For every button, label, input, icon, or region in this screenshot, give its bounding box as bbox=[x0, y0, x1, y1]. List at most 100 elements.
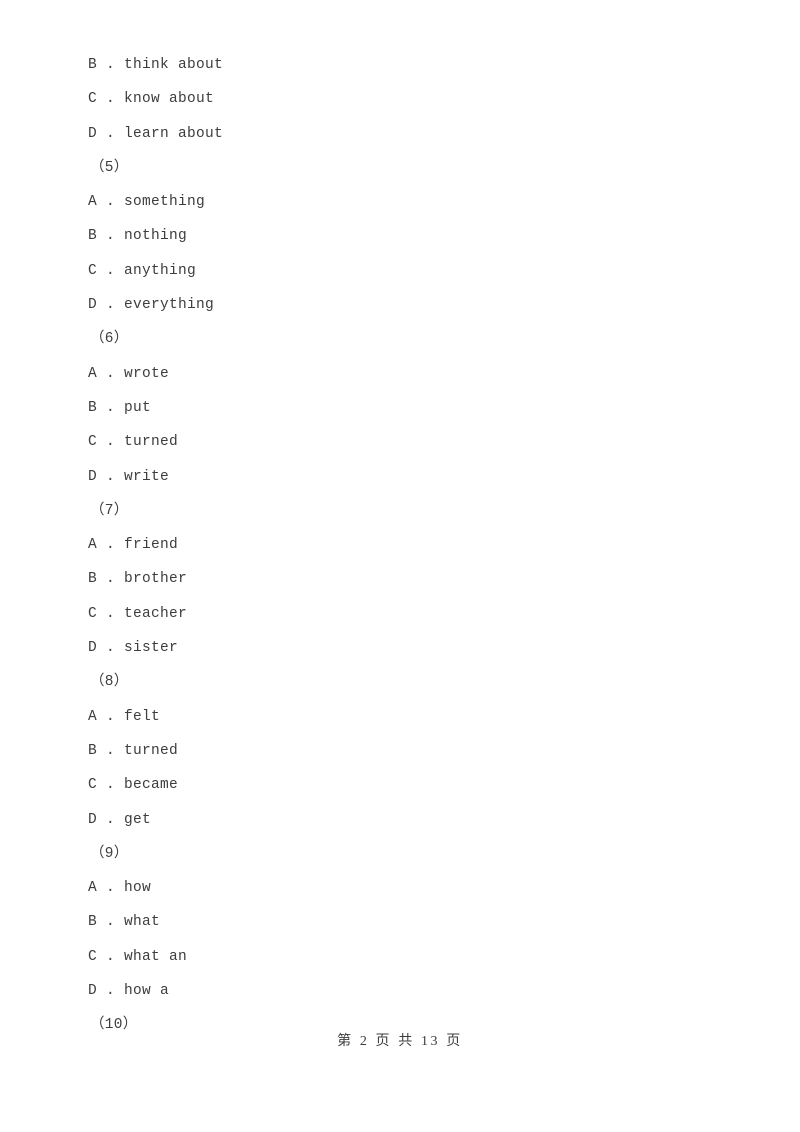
option-text: turned bbox=[124, 742, 179, 759]
question-number: （7） bbox=[0, 494, 800, 528]
option-text: turned bbox=[124, 434, 179, 451]
question-number: （5） bbox=[0, 151, 800, 185]
option-separator: . bbox=[97, 742, 125, 759]
option-text: think about bbox=[124, 57, 224, 73]
question-number-label: （8） bbox=[90, 674, 129, 691]
option-separator: . bbox=[97, 297, 125, 314]
option-letter: C bbox=[88, 948, 98, 965]
answer-option: A . wrote bbox=[0, 357, 800, 391]
answer-option: A . felt bbox=[0, 700, 800, 734]
option-text: felt bbox=[124, 708, 161, 725]
question-number: （8） bbox=[0, 665, 800, 699]
option-text: learn about bbox=[124, 125, 224, 142]
option-letter: B bbox=[88, 57, 98, 73]
option-separator: . bbox=[97, 605, 125, 622]
answer-option: B . nothing bbox=[0, 219, 800, 253]
question-number-label: （7） bbox=[90, 502, 129, 519]
answer-option: C . turned bbox=[0, 425, 800, 459]
answer-option: B . put bbox=[0, 391, 800, 425]
answer-option: D . write bbox=[0, 460, 800, 494]
answer-option: B . turned bbox=[0, 734, 800, 768]
option-letter: D bbox=[88, 125, 98, 142]
answer-option: C . know about bbox=[0, 82, 800, 116]
answer-option: A . how bbox=[0, 871, 800, 905]
option-separator: . bbox=[97, 948, 125, 965]
option-separator: . bbox=[97, 811, 125, 828]
option-separator: . bbox=[97, 640, 125, 657]
answer-option: C . teacher bbox=[0, 597, 800, 631]
option-separator: . bbox=[97, 708, 125, 725]
option-text: wrote bbox=[124, 365, 170, 382]
option-separator: . bbox=[97, 125, 125, 142]
answer-option: C . anything bbox=[0, 254, 800, 288]
option-text: nothing bbox=[124, 228, 188, 245]
answer-option: D . everything bbox=[0, 288, 800, 322]
option-text: put bbox=[124, 399, 152, 416]
option-letter: B bbox=[88, 742, 98, 759]
option-separator: . bbox=[97, 399, 125, 416]
answer-option: A . friend bbox=[0, 528, 800, 562]
option-separator: . bbox=[97, 880, 125, 897]
question-number-label: （5） bbox=[90, 159, 129, 176]
option-text: write bbox=[124, 468, 170, 485]
option-letter: D bbox=[88, 468, 98, 485]
option-separator: . bbox=[97, 91, 125, 108]
document-page: B . think about C . know about D . learn a… bbox=[0, 0, 800, 1132]
option-text: sister bbox=[124, 640, 179, 657]
option-text: get bbox=[124, 811, 152, 828]
option-text: what an bbox=[124, 948, 188, 965]
option-letter: C bbox=[88, 91, 98, 108]
option-text: everything bbox=[124, 297, 215, 314]
option-letter: A bbox=[88, 194, 98, 211]
answer-option: D . sister bbox=[0, 631, 800, 665]
option-separator: . bbox=[97, 262, 125, 279]
answer-option: C . became bbox=[0, 768, 800, 802]
option-letter: C bbox=[88, 605, 98, 622]
option-letter: A bbox=[88, 537, 98, 554]
option-separator: . bbox=[97, 365, 125, 382]
option-letter: A bbox=[88, 880, 98, 897]
option-separator: . bbox=[97, 468, 125, 485]
option-letter: A bbox=[88, 708, 98, 725]
answer-option: C . what an bbox=[0, 940, 800, 974]
answer-option: B . think about bbox=[0, 48, 800, 82]
option-letter: D bbox=[88, 640, 98, 657]
page-footer: 第 2 页 共 13 页 bbox=[337, 1034, 463, 1049]
option-letter: B bbox=[88, 914, 98, 931]
option-text: something bbox=[124, 194, 206, 211]
answer-options-list: B . think about C . know about D . learn a… bbox=[0, 48, 800, 1043]
option-letter: A bbox=[88, 365, 98, 382]
option-letter: D bbox=[88, 811, 98, 828]
option-separator: . bbox=[97, 228, 125, 245]
option-letter: B bbox=[88, 571, 98, 588]
option-letter: B bbox=[88, 399, 98, 416]
option-text: what bbox=[124, 914, 161, 931]
answer-option: D . learn about bbox=[0, 117, 800, 151]
option-separator: . bbox=[97, 57, 125, 73]
answer-option: A . something bbox=[0, 185, 800, 219]
answer-option: B . what bbox=[0, 905, 800, 939]
option-text: brother bbox=[124, 571, 188, 588]
answer-option: D . how a bbox=[0, 974, 800, 1008]
option-separator: . bbox=[97, 914, 125, 931]
option-separator: . bbox=[97, 194, 125, 211]
question-number: （9） bbox=[0, 837, 800, 871]
option-letter: C bbox=[88, 777, 98, 794]
option-letter: D bbox=[88, 983, 98, 1000]
page-content: B . think about C . know about D . learn a… bbox=[0, 0, 800, 1043]
option-separator: . bbox=[97, 777, 125, 794]
question-number: （6） bbox=[0, 322, 800, 356]
option-text: friend bbox=[124, 537, 179, 554]
option-text: teacher bbox=[124, 605, 188, 622]
option-separator: . bbox=[97, 537, 125, 554]
option-text: anything bbox=[124, 262, 197, 279]
top-margin-spacer bbox=[0, 0, 800, 48]
option-text: know about bbox=[124, 91, 215, 108]
answer-option: B . brother bbox=[0, 562, 800, 596]
option-letter: C bbox=[88, 262, 98, 279]
option-letter: B bbox=[88, 228, 98, 245]
option-text: how a bbox=[124, 983, 170, 1000]
option-letter: C bbox=[88, 434, 98, 451]
question-number-label: （9） bbox=[90, 845, 129, 862]
option-letter: D bbox=[88, 297, 98, 314]
